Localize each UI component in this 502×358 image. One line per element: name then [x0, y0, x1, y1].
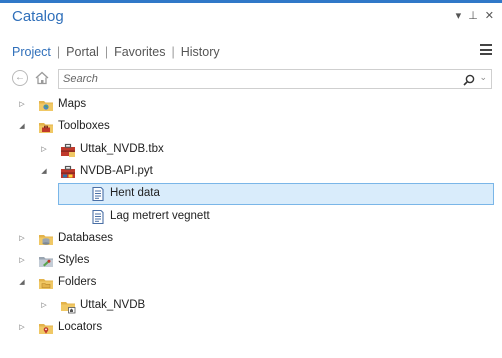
collapsed-arrow-icon[interactable]: ▷ [18, 234, 26, 243]
locators-folder-icon [38, 320, 54, 336]
tree-item[interactable]: ▷ Uttak_NVDB.tbx [0, 139, 502, 161]
tree-item-label: Databases [58, 232, 113, 244]
styles-folder-icon [38, 253, 54, 269]
script-tool-icon [90, 209, 106, 225]
collapsed-arrow-icon[interactable]: ▷ [40, 145, 48, 154]
close-icon[interactable]: ✕ [485, 10, 494, 22]
tree-item[interactable]: Hent data [0, 183, 502, 205]
pane-options-dropdown-icon[interactable]: ▾ [456, 10, 462, 22]
collapsed-arrow-icon[interactable]: ▷ [18, 323, 26, 332]
search-box: ⌄ [58, 69, 492, 89]
tree-item-label: Maps [58, 98, 87, 110]
maps-folder-icon [38, 97, 54, 113]
tab-separator: | [104, 45, 109, 59]
home-icon[interactable] [34, 70, 50, 86]
tree-item[interactable]: ◢ Folders [0, 272, 502, 294]
tree-item-label: NVDB-API.pyt [80, 165, 153, 177]
expanded-arrow-icon[interactable]: ◢ [40, 167, 48, 176]
tree-item[interactable]: ◢ NVDB-API.pyt [0, 161, 502, 183]
tab-favorites[interactable]: Favorites [114, 45, 165, 59]
tree-item-label: Styles [58, 254, 90, 266]
pane-title: Catalog [12, 8, 64, 25]
chevron-down-icon[interactable]: ⌄ [479, 72, 487, 83]
back-arrow-icon[interactable]: ← [12, 70, 28, 86]
tab-history[interactable]: History [181, 45, 220, 59]
tree-item-label: Uttak_NVDB [80, 299, 146, 311]
expanded-arrow-icon[interactable]: ◢ [18, 122, 26, 131]
tab-project[interactable]: Project [12, 45, 51, 59]
catalog-tabs: Project | Portal | Favorites | History [12, 43, 220, 61]
pane-window-buttons: ▾ ⊥ ✕ [456, 10, 494, 22]
collapsed-arrow-icon[interactable]: ▷ [18, 256, 26, 265]
tab-separator: | [56, 45, 61, 59]
folder-connection-icon [60, 298, 76, 314]
catalog-pane: Catalog ▾ ⊥ ✕ Project | Portal | Favorit… [0, 0, 502, 358]
hamburger-menu-icon[interactable] [480, 44, 492, 55]
tree-item[interactable]: ◢ Toolboxes [0, 116, 502, 138]
tree-item[interactable]: ▷ Databases [0, 228, 502, 250]
python-toolbox-icon [60, 164, 76, 180]
toolboxes-folder-icon [38, 119, 54, 135]
toolbox-icon [60, 142, 76, 158]
tree-item-label: Uttak_NVDB.tbx [80, 143, 164, 155]
tree-item[interactable]: ▷ Locators [0, 317, 502, 339]
search-input[interactable] [59, 70, 459, 88]
tree-item-label: Lag metrert vegnett [110, 210, 210, 222]
databases-folder-icon [38, 231, 54, 247]
expanded-arrow-icon[interactable]: ◢ [18, 278, 26, 287]
tree-item[interactable]: Lag metrert vegnett [0, 206, 502, 228]
tree-item-label: Folders [58, 276, 97, 288]
pane-titlebar: Catalog ▾ ⊥ ✕ [0, 6, 502, 30]
tree-item-label: Toolboxes [58, 120, 110, 132]
tab-portal[interactable]: Portal [66, 45, 99, 59]
tree-item-label: Locators [58, 321, 103, 333]
collapsed-arrow-icon[interactable]: ▷ [18, 100, 26, 109]
tab-separator: | [171, 45, 175, 59]
pin-icon[interactable]: ⊥ [468, 10, 478, 22]
tree-item[interactable]: ▷ Maps [0, 94, 502, 116]
folders-folder-icon [38, 275, 54, 291]
tree-item-label: Hent data [110, 187, 160, 199]
tree-item[interactable]: ▷ Styles [0, 250, 502, 272]
search-icon[interactable] [463, 73, 475, 86]
search-row: ← ⌄ [12, 69, 492, 89]
collapsed-arrow-icon[interactable]: ▷ [40, 301, 48, 310]
script-tool-icon [90, 186, 106, 202]
tree-item[interactable]: ▷ Uttak_NVDB [0, 295, 502, 317]
